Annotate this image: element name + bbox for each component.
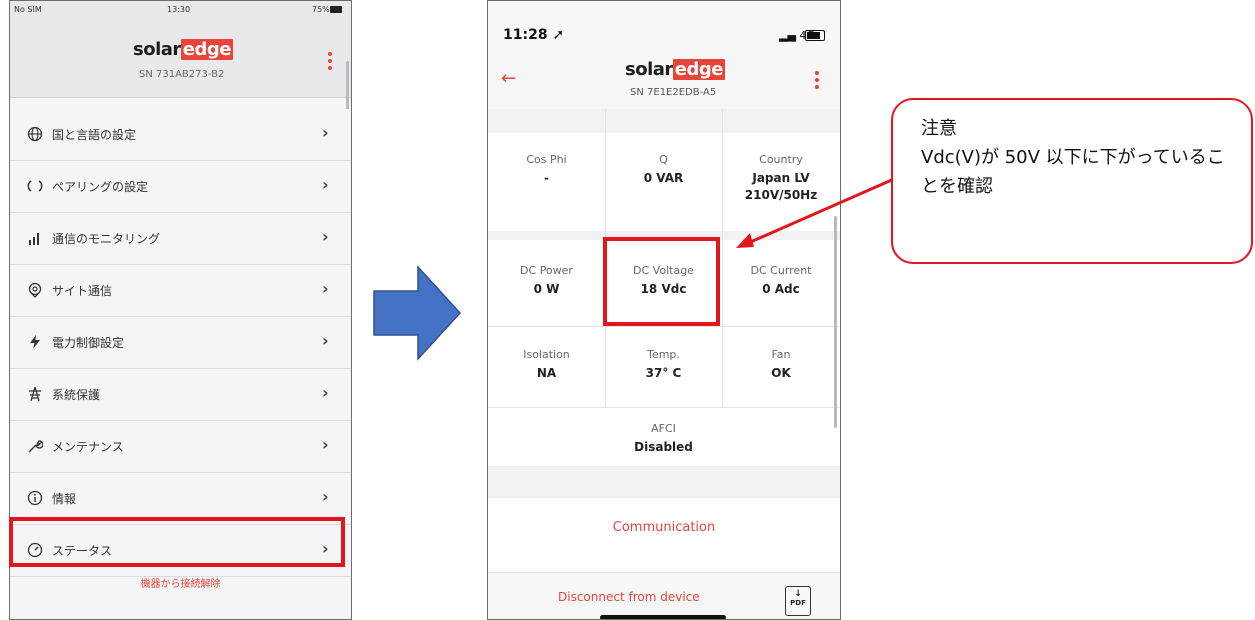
stat-label: DC Power — [520, 264, 573, 277]
clock-text: 11:28 ➚ — [503, 27, 565, 43]
status-bar: No SIM 13:30 75% — [10, 1, 351, 19]
stat-value: Disabled — [634, 440, 693, 454]
back-arrow-icon[interactable]: ← — [501, 68, 516, 89]
section-gap — [488, 466, 840, 498]
dc-voltage-highlight-box — [603, 237, 720, 326]
stat-dc-power: DC Power 0 W — [488, 264, 605, 298]
status-highlight-box — [9, 517, 345, 567]
location-pin-icon — [27, 282, 43, 298]
bottom-action-bar: Disconnect from device ↓ PDF — [488, 572, 840, 619]
chevron-right-icon: › — [322, 123, 329, 142]
stat-fan: Fan OK — [722, 348, 840, 382]
solaredge-logo: solar edge — [625, 59, 725, 80]
stat-cos-phi: Cos Phi - — [488, 153, 605, 187]
info-icon — [27, 490, 43, 506]
stat-label: AFCI — [651, 422, 676, 435]
stat-value: 0 Adc — [762, 282, 800, 296]
stat-label: Country — [759, 153, 803, 166]
stat-isolation: Isolation NA — [488, 348, 605, 382]
menu-item-site-communication[interactable]: サイト通信 › — [10, 265, 351, 317]
more-options-icon[interactable] — [328, 52, 332, 73]
stat-label: Cos Phi — [526, 153, 567, 166]
note-callout: 注意 Vdc(V)が 50V 以下に下がっていることを確認 — [891, 98, 1253, 264]
chevron-right-icon: › — [322, 331, 329, 350]
battery-text: 75% — [312, 5, 330, 14]
menu-item-label: 系統保護 — [52, 388, 101, 402]
chevron-right-icon: › — [322, 435, 329, 454]
device-serial: SN 731AB273-B2 — [139, 69, 225, 80]
stat-value: - — [544, 171, 549, 185]
download-arrow-icon: ↓ — [794, 589, 802, 599]
app-header: solar edge SN 731AB273-B2 — [10, 19, 351, 98]
divider — [488, 407, 840, 408]
stat-value: 37° C — [645, 366, 682, 380]
chevron-right-icon: › — [322, 487, 329, 506]
menu-item-power-control[interactable]: 電力制御設定 › — [10, 317, 351, 369]
stat-value: OK — [771, 366, 791, 380]
menu-item-label: ペアリングの設定 — [52, 180, 149, 194]
divider — [488, 326, 840, 327]
chevron-right-icon: › — [322, 279, 329, 298]
callout-title: 注意 — [921, 118, 957, 139]
stat-temperature: Temp. 37° C — [605, 348, 722, 382]
pairing-icon — [27, 178, 43, 194]
pylon-icon — [27, 386, 43, 402]
more-options-icon[interactable] — [815, 71, 819, 92]
stat-label: Fan — [771, 348, 791, 361]
stat-afci: AFCI Disabled — [605, 422, 722, 456]
callout-pointer-arrow — [736, 177, 895, 248]
solaredge-logo: solar edge — [133, 39, 233, 60]
disconnect-from-device-link[interactable]: 機器から接続解除 — [10, 575, 351, 590]
menu-item-label: 通信のモニタリング — [52, 232, 161, 246]
stat-q: Q 0 VAR — [605, 153, 722, 187]
menu-item-label: 情報 — [52, 492, 77, 506]
signal-bars-icon — [27, 230, 43, 246]
chevron-right-icon: › — [322, 227, 329, 246]
stat-label: Temp. — [647, 348, 680, 361]
section-gap — [488, 109, 840, 133]
menu-item-pairing[interactable]: ペアリングの設定 › — [10, 161, 351, 213]
menu-item-label: サイト通信 — [52, 284, 113, 298]
wrench-icon — [27, 438, 44, 454]
menu-item-communication-monitoring[interactable]: 通信のモニタリング › — [10, 213, 351, 265]
signal-icon: ▂▄ — [779, 29, 796, 42]
stat-label: Q — [659, 153, 668, 166]
clock-text: 13:30 — [167, 5, 191, 14]
menu-item-grid-protection[interactable]: 系統保護 › — [10, 369, 351, 421]
communication-link[interactable]: Communication — [488, 520, 840, 535]
stat-label: DC Current — [750, 264, 812, 277]
menu-item-label: 国と言語の設定 — [52, 128, 137, 142]
menu-item-country-language[interactable]: 国と言語の設定 › — [10, 109, 351, 161]
stat-label: Isolation — [523, 348, 570, 361]
device-serial: SN 7E1E2EDB-A5 — [630, 87, 717, 98]
chevron-right-icon: › — [322, 383, 329, 402]
disconnect-button[interactable]: Disconnect from device — [558, 590, 700, 604]
settings-menu: 国と言語の設定 › ペアリングの設定 › 通信のモニタリング › サイト通信 › — [10, 109, 351, 577]
menu-item-maintenance[interactable]: メンテナンス › — [10, 421, 351, 473]
pdf-export-icon[interactable]: ↓ PDF — [785, 586, 811, 616]
globe-icon — [27, 126, 43, 142]
lightning-icon — [27, 334, 43, 350]
right-arrow-icon — [373, 265, 462, 361]
battery-icon — [330, 6, 342, 13]
stat-value: 0 VAR — [643, 171, 684, 185]
chevron-right-icon: › — [322, 175, 329, 194]
app-header: 11:28 ➚ ▂▄ 4G ← solaredge SN 7E1E2EDB-A5 — [488, 1, 840, 110]
stat-dc-current: DC Current 0 Adc — [722, 264, 840, 298]
home-indicator — [600, 615, 726, 619]
menu-item-label: 電力制御設定 — [52, 336, 125, 350]
menu-item-label: メンテナンス — [52, 440, 124, 454]
location-arrow-icon: ➚ — [552, 27, 565, 43]
pdf-label: PDF — [790, 599, 806, 607]
stat-value: NA — [536, 366, 557, 380]
stat-value: 0 W — [533, 282, 560, 296]
callout-text: Vdc(V)が 50V 以下に下がっていることを確認 — [921, 147, 1225, 197]
battery-icon — [805, 30, 825, 41]
carrier-text: No SIM — [14, 5, 42, 14]
